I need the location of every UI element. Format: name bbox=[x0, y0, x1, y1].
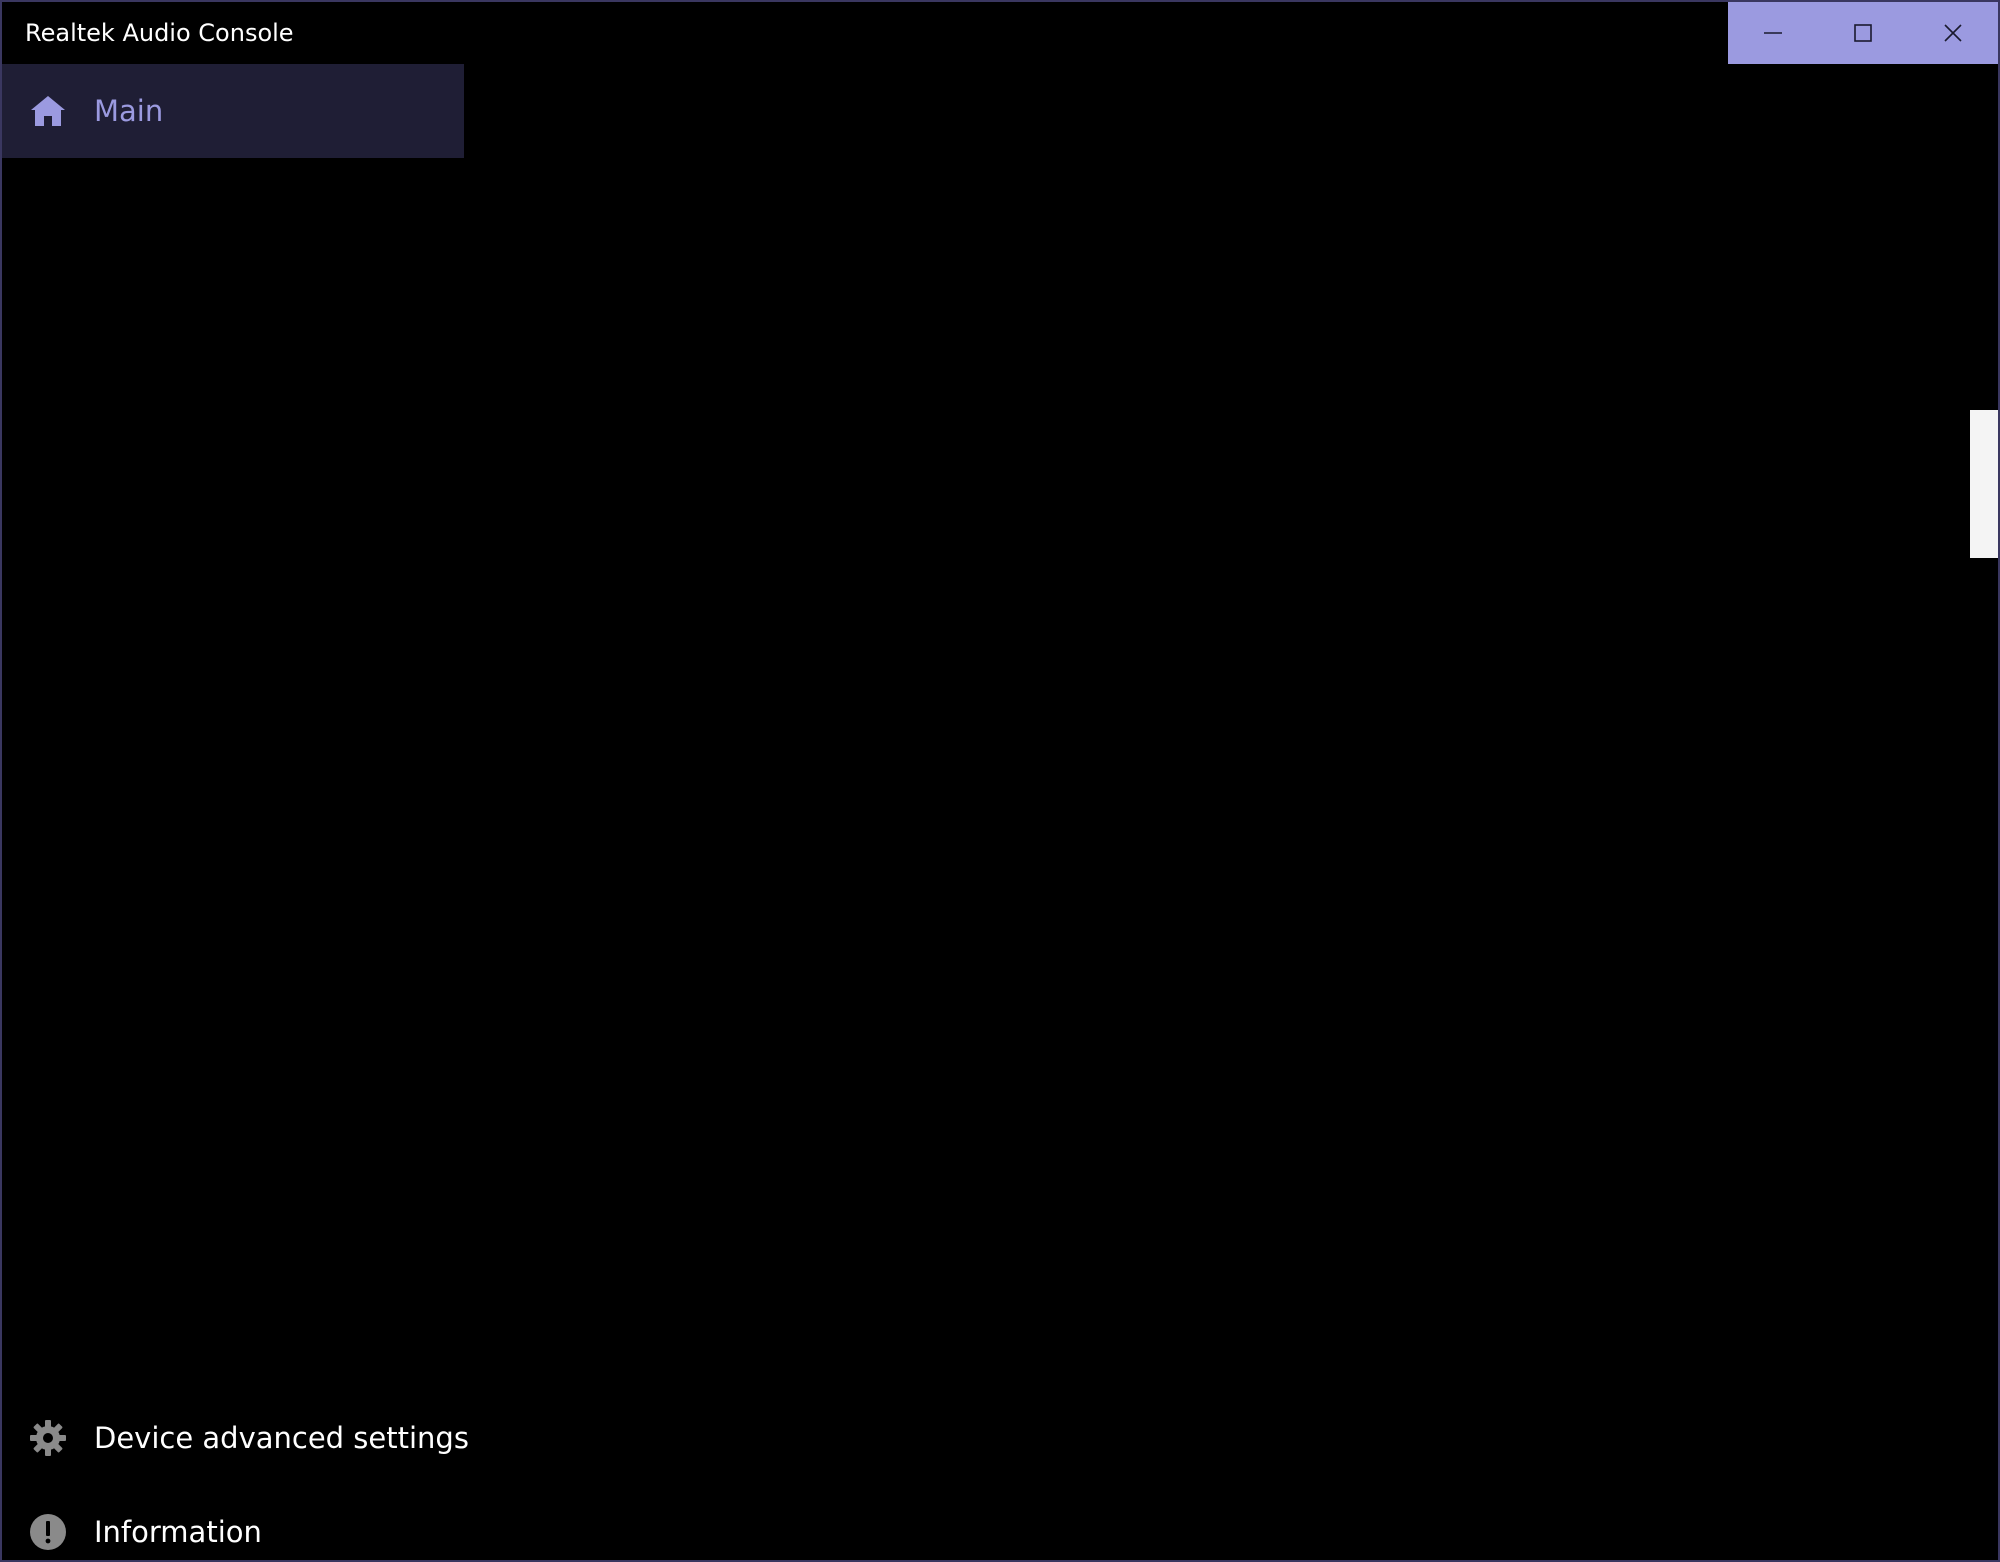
title-bar[interactable]: Realtek Audio Console bbox=[2, 2, 1998, 64]
maximize-button[interactable] bbox=[1818, 2, 1908, 64]
info-icon bbox=[28, 1512, 68, 1552]
sidebar-nav: Main Device advanced settings Informatio… bbox=[2, 64, 469, 1560]
close-button[interactable] bbox=[1908, 2, 1998, 64]
app-title: Realtek Audio Console bbox=[25, 19, 294, 47]
gear-icon bbox=[28, 1418, 68, 1458]
minimize-icon bbox=[1764, 32, 1782, 34]
minimize-button[interactable] bbox=[1728, 2, 1818, 64]
sidebar-item-main[interactable]: Main bbox=[2, 64, 464, 158]
home-icon bbox=[28, 91, 68, 131]
close-icon bbox=[1944, 24, 1962, 42]
sidebar-item-information[interactable]: Information bbox=[2, 1485, 464, 1560]
app-window: Realtek Audio Console Main Device advanc… bbox=[0, 0, 2000, 1562]
scrollbar-thumb[interactable] bbox=[1970, 410, 1998, 558]
sidebar-item-label: Information bbox=[94, 1515, 262, 1549]
sidebar-item-label: Device advanced settings bbox=[94, 1421, 469, 1455]
sidebar-item-device-advanced-settings[interactable]: Device advanced settings bbox=[2, 1391, 469, 1485]
window-controls bbox=[1728, 2, 1998, 64]
maximize-icon bbox=[1854, 24, 1872, 42]
sidebar-item-label: Main bbox=[94, 94, 164, 128]
